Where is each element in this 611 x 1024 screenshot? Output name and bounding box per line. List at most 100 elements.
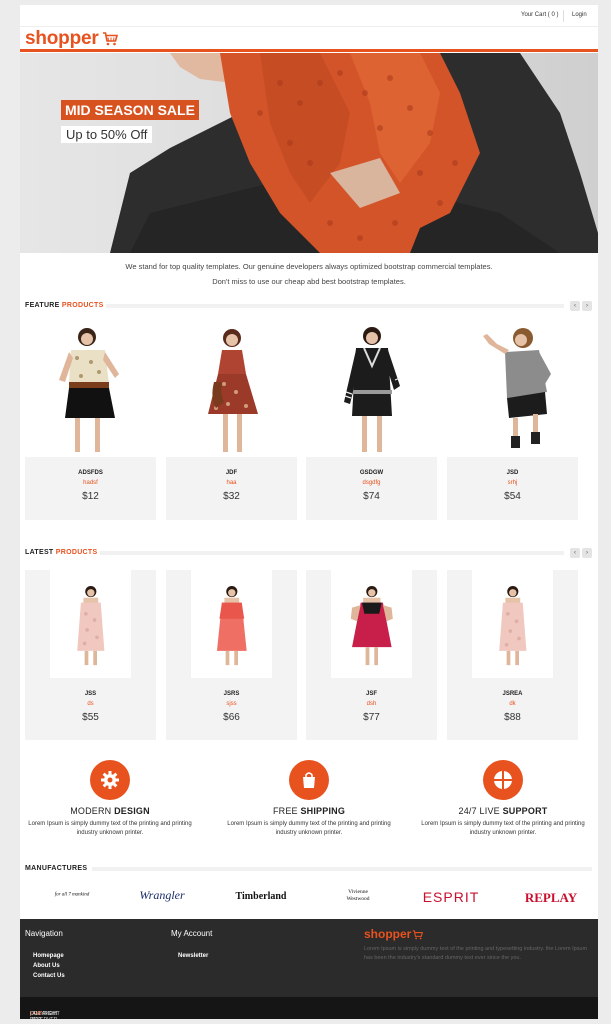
footer-link-contact-us[interactable]: Contact Us [33, 973, 65, 979]
product-image [483, 328, 551, 448]
feature-title-bold: SHIPPING [300, 806, 346, 816]
footer-account-title: My Account [171, 929, 213, 938]
hero-banner[interactable]: MID SEASON SALE Up to 50% Off [20, 53, 598, 253]
product-info: JSREA dk $88 [447, 678, 578, 740]
product-image [472, 570, 553, 678]
brand-logo-wrangler[interactable]: Wrangler [132, 888, 192, 903]
product-price: $32 [223, 491, 240, 502]
topbar-divider [563, 10, 564, 22]
feature-heading-line [106, 304, 564, 308]
hero-subtitle: Up to 50% Off [61, 126, 153, 143]
feature-title: MODERN DESIGN [20, 806, 200, 816]
feature-title-plain: FREE [272, 806, 298, 816]
product-image [208, 329, 258, 452]
footer-about-text: Lorem Ipsum is simply dummy text of the … [364, 946, 588, 961]
product-image [50, 570, 131, 678]
feature-title-bold: SUPPORT [502, 806, 548, 816]
shopping-bag-icon [303, 772, 315, 788]
heading-plain: FEATURE [25, 302, 60, 309]
lifebuoy-icon [494, 771, 512, 789]
brand-logo-vivienne-westwood[interactable]: Vivienne Westwood [336, 889, 380, 903]
product-price: $66 [223, 712, 240, 723]
heading-accent: PRODUCTS [61, 302, 104, 309]
product-card[interactable]: JSRS sjss $66 [166, 570, 297, 740]
header-accent-line [20, 49, 598, 52]
your-cart-link[interactable]: Your Cart ( 0 ) [521, 12, 558, 18]
feature-title: 24/7 LIVE SUPPORT [413, 806, 593, 816]
login-link[interactable]: Login [572, 12, 587, 18]
product-name: JSRS [223, 691, 240, 697]
footer-link-about-us[interactable]: About Us [33, 963, 60, 969]
feature-desc-line-1: Lorem Ipsum is simply dummy text of the … [421, 821, 585, 827]
intro-line-2: Don't miss to use our cheap abd best boo… [212, 277, 406, 286]
manufactures-heading-line [92, 867, 592, 871]
cart-icon [103, 32, 118, 46]
gear-icon [101, 771, 119, 789]
latest-prev-button[interactable]: ‹ [570, 548, 580, 558]
product-info: JSRS sjss $66 [166, 678, 297, 740]
feature-title-bold: DESIGN [114, 806, 150, 816]
product-name: JSS [84, 691, 97, 697]
product-info: ADSFDS hadsf $12 [25, 457, 156, 520]
product-subtitle: haa [226, 480, 237, 486]
product-card[interactable]: JSREA dk $88 [447, 570, 578, 740]
product-price: $54 [504, 491, 521, 502]
heading-accent: PRODUCTS [55, 549, 98, 556]
product-subtitle: hadsf [83, 480, 98, 486]
intro-line-1: We stand for top quality templates. Our … [125, 262, 493, 271]
feature-next-button[interactable]: › [582, 301, 592, 311]
heading-plain: LATEST [25, 549, 54, 556]
feature-products-heading: FEATURE PRODUCTS [25, 302, 104, 309]
product-subtitle: ds [87, 701, 94, 707]
product-subtitle: dsh [366, 701, 377, 707]
hero-model-image [110, 53, 598, 253]
feature-description: Lorem Ipsum is simply dummy text of the … [219, 820, 399, 838]
feature-desc-line-2: industry unknown printer. [76, 830, 144, 836]
product-image [59, 328, 119, 452]
latest-next-button[interactable]: › [582, 548, 592, 558]
product-price: $55 [82, 712, 99, 723]
product-name: JSD [506, 470, 519, 476]
feature-desc-line-1: Lorem Ipsum is simply dummy text of the … [28, 821, 192, 827]
manufactures-heading: MANUFACTURES [25, 865, 88, 872]
feature-description: Lorem Ipsum is simply dummy text of the … [20, 820, 200, 838]
product-info: JSD srhj $54 [447, 457, 578, 520]
page: Your Cart ( 0 ) Login shopper MID SEASON… [20, 5, 598, 1019]
copyright-after: | ALL RIGHT RESERVED. [30, 1011, 59, 1019]
copyright-bar: COPYRIGHT 2017 DEVELOPED BY JAKE | ALL R… [20, 997, 598, 1019]
feature-title: FREE SHIPPING [219, 806, 399, 816]
brand-logo-7-for-all-mankind[interactable]: for all 7 mankind [32, 886, 112, 904]
product-subtitle: sjss [226, 701, 237, 707]
feature-modern-design: MODERN DESIGN Lorem Ipsum is simply dumm… [20, 760, 200, 838]
brand-name: for all 7 mankind [54, 892, 90, 898]
site-logo[interactable]: shopper [25, 28, 99, 50]
feature-description: Lorem Ipsum is simply dummy text of the … [413, 820, 593, 838]
footer-logo[interactable]: shopper [364, 927, 411, 941]
intro-text: We stand for top quality templates. Our … [20, 259, 598, 289]
footer-cart-icon [412, 930, 423, 940]
feature-prev-button[interactable]: ‹ [570, 301, 580, 311]
product-info: GSDGW dsgdfg $74 [306, 457, 437, 520]
product-info: JSF dsh $77 [306, 678, 437, 740]
feature-desc-line-2: industry unknown printer. [275, 830, 343, 836]
product-price: $12 [82, 491, 99, 502]
product-info: JDF haa $32 [166, 457, 297, 520]
brand-logo-esprit[interactable]: ESPRIT [416, 889, 486, 905]
header: shopper [20, 27, 598, 51]
product-price: $88 [504, 712, 521, 723]
product-image [331, 570, 412, 678]
product-card[interactable]: JSS ds $55 [25, 570, 156, 740]
product-price: $74 [363, 491, 380, 502]
brand-logo-replay[interactable]: REPLAY [516, 890, 586, 906]
hero-title: MID SEASON SALE [61, 100, 199, 120]
feature-desc-line-1: Lorem Ipsum is simply dummy text of the … [227, 821, 391, 827]
product-info: JSS ds $55 [25, 678, 156, 740]
product-card[interactable]: JSF dsh $77 [306, 570, 437, 740]
brand-logo-timberland[interactable]: Timberland [226, 891, 296, 902]
product-subtitle: dk [509, 701, 516, 707]
footer-nav-title: Navigation [25, 929, 63, 938]
footer-link-newsletter[interactable]: Newsletter [178, 953, 208, 959]
feature-title-plain: MODERN [70, 806, 112, 816]
footer-link-homepage[interactable]: Homepage [33, 953, 64, 959]
feature-icon-circle [483, 760, 523, 800]
